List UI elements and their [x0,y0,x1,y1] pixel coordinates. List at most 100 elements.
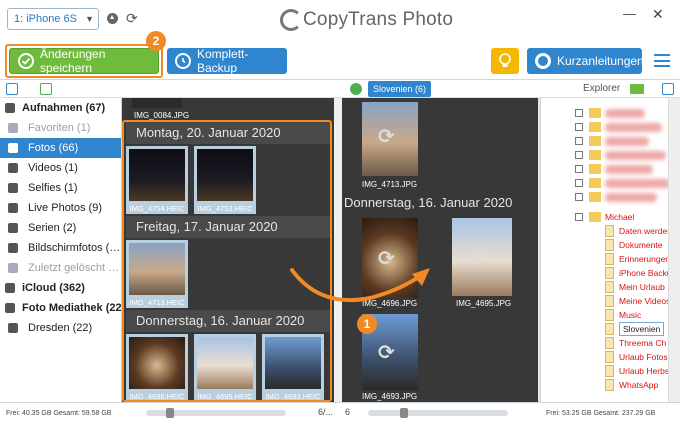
pane-splitter[interactable] [334,98,342,402]
expand-toggle-icon[interactable] [575,123,583,131]
tab-slovenien[interactable]: Slovenien (6) [368,81,432,97]
tree-label: WhatsApp [619,380,659,390]
zoom-slider[interactable] [146,408,286,418]
album-zoom-slider[interactable] [368,408,508,418]
tips-button[interactable] [491,48,519,74]
hamburger-menu-icon[interactable] [654,54,670,67]
camera-icon [8,143,18,153]
trash-icon [8,263,18,273]
heart-icon [8,123,18,133]
burst-icon [8,223,18,233]
album-sidebar: Aufnahmen (67) Favoriten (1) Fotos (66) Vid… [0,98,122,402]
folder-icon [605,295,614,307]
tree-label: Dokumente [619,240,663,250]
expand-panel-icon[interactable] [6,83,18,95]
folder-icon [605,337,614,349]
copytrans-logo-icon [280,9,302,31]
backup-clock-icon [175,53,191,69]
tree-label-selected: Slovenien [619,322,665,336]
close-icon[interactable]: ✕ [652,6,664,23]
new-album-icon[interactable] [40,83,52,95]
expand-toggle-icon[interactable] [575,109,583,117]
redacted-label [605,123,662,132]
tree-label: Music [619,310,642,320]
sidebar-item[interactable]: Live Photos (9) [0,198,121,218]
sidebar-item[interactable]: Foto Mediathek (22) [0,298,121,318]
iphone-storage-text: Frei: 40.35 GB Gesamt: 59.58 GB [6,410,112,417]
cloud-icon [5,283,15,293]
redacted-label [605,165,653,174]
tree-label: Meine Videos [619,296,671,306]
folder-icon [589,108,601,118]
sidebar-item-label: Bildschirmfotos (… [28,242,121,254]
device-select[interactable]: 1: iPhone 6S ▼ [7,8,99,30]
converting-icon: ⟳ [378,126,395,148]
album-icon [8,323,18,333]
tree-label: Threema Ch [619,338,667,348]
sidebar-item[interactable]: Favoriten (1) [0,118,121,138]
expand-toggle-icon[interactable] [575,151,583,159]
sidebar-item-label: Fotos (66) [28,142,79,154]
lifebuoy-icon [535,53,551,69]
add-album-icon[interactable] [350,83,362,95]
photo-filename: IMG_4693.JPG [362,392,418,401]
sidebar-item-label: Live Photos (9) [28,202,102,214]
explorer-label: Explorer [583,83,621,94]
expand-toggle-icon[interactable] [575,137,583,145]
tree-label: iPhone Backu [619,268,672,278]
sidebar-item[interactable]: Zuletzt gelöscht … [0,258,121,278]
pc-storage-text: Frei: 53.25 GB Gesamt: 237.29 GB [546,410,656,417]
photo-filename: IMG_4695.JPG [456,299,512,308]
folder-icon [589,212,601,222]
full-backup-button[interactable]: Komplett-Backup [167,47,287,75]
eject-icon[interactable] [107,13,118,24]
album-photos-pane: ⟳ IMG_4713.JPG Donnerstag, 16. Januar 20… [342,98,538,402]
sidebar-item-label: Foto Mediathek (22) [22,302,121,314]
sidebar-item[interactable]: Videos (1) [0,158,121,178]
converting-icon: ⟳ [378,342,395,364]
sidebar-item[interactable]: Aufnahmen (67) [0,98,121,118]
folder-icon [605,309,614,321]
photo-thumbnail[interactable] [132,98,182,108]
refresh-icon[interactable]: ⟳ [126,9,138,27]
quick-guides-button[interactable]: Kurzanleitungen [527,48,644,74]
sidebar-item[interactable]: Bildschirmfotos (… [0,238,121,258]
sidebar-item[interactable]: Serien (2) [0,218,121,238]
save-button-highlight [5,44,163,78]
sidebar-item[interactable]: Selfies (1) [0,178,121,198]
sidebar-item[interactable]: Fotos (66) [0,138,121,158]
photo-filename: IMG_0084.JPG [134,111,190,120]
sidebar-item[interactable]: Dresden (22) [0,318,121,338]
tree-label: Urlaub Herbs [619,366,670,376]
panel-header: Slovenien (6) Explorer [0,80,680,98]
explorer-scrollbar[interactable] [668,98,680,402]
selfie-icon [8,183,18,193]
expand-toggle-icon[interactable] [575,179,583,187]
redacted-label [605,109,645,118]
expand-toggle-icon[interactable] [575,213,583,221]
expand-toggle-icon[interactable] [575,165,583,173]
photo-counter: 6/... [318,407,334,417]
step-badge-2: 2 [146,31,166,51]
folder-icon[interactable] [630,84,644,94]
folder-icon [605,365,614,377]
lightbulb-icon [499,53,511,67]
folder-icon [589,136,601,146]
live-photo-icon [8,203,18,213]
tree-label: Michael [605,212,635,222]
zoom-slider-knob[interactable] [400,408,408,418]
expand-toggle-icon[interactable] [575,193,583,201]
redacted-label [605,137,649,146]
sidebar-item[interactable]: iCloud (362) [0,278,121,298]
folder-icon [605,379,614,391]
minimize-icon[interactable]: — [623,6,636,21]
redacted-label [605,151,666,160]
zoom-slider-knob[interactable] [166,408,174,418]
folder-icon [589,122,601,132]
folder-icon [589,192,601,202]
folder-icon [605,267,614,279]
folder-icon [605,281,614,293]
folder-icon [605,239,614,251]
collapse-panel-icon[interactable] [662,83,674,95]
camera-roll-icon [5,103,15,113]
